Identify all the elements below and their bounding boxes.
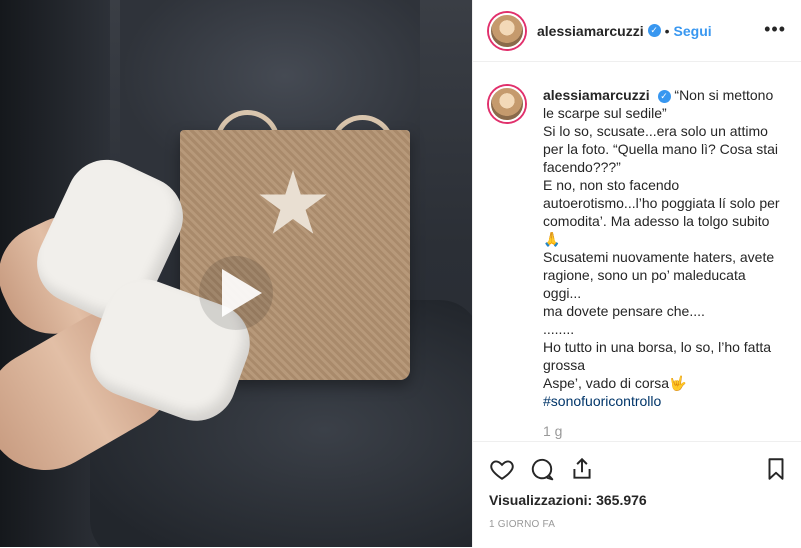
caption-text: alessiamarcuzzi ✓ “Non si mettono le sca…: [543, 86, 783, 440]
more-options-icon[interactable]: •••: [764, 20, 786, 38]
post-video[interactable]: [0, 0, 472, 547]
caption: alessiamarcuzzi ✓ “Non si mettono le sca…: [489, 86, 789, 440]
post-header: alessiamarcuzzi ✓ • Segui •••: [473, 0, 801, 62]
action-bar: Visualizzazioni: 365.976 1 GIORNO FA: [473, 441, 801, 548]
caption-line: ma dovete pensare che....: [543, 303, 705, 319]
separator-dot: •: [664, 22, 670, 39]
caption-avatar[interactable]: [489, 86, 525, 122]
avatar[interactable]: [489, 12, 525, 49]
verified-badge-icon: ✓: [647, 24, 661, 37]
post-date[interactable]: 1 GIORNO FA: [489, 519, 555, 530]
verified-badge-icon: ✓: [657, 89, 671, 103]
caption-line: Scusatemi nuovamente haters, avete ragio…: [543, 249, 775, 301]
post-sidebar: alessiamarcuzzi ✓ • Segui ••• alessiamar…: [472, 0, 801, 547]
views-count: Visualizzazioni: 365.976: [489, 492, 647, 508]
caption-username[interactable]: alessiamarcuzzi: [543, 87, 650, 103]
header-username[interactable]: alessiamarcuzzi: [537, 23, 644, 39]
caption-line: E no, non sto facendo autoerotismo...l’h…: [543, 177, 780, 247]
play-icon: [222, 269, 262, 317]
follow-button[interactable]: Segui: [674, 23, 712, 39]
caption-line: Aspe’, vado di corsa🤟: [543, 375, 687, 391]
bookmark-icon[interactable]: [763, 456, 789, 482]
caption-line: Ho tutto in una borsa, lo so, l’ho fatta…: [543, 339, 772, 373]
hashtag-link[interactable]: #sonofuoricontrollo: [543, 393, 661, 409]
caption-line: ........: [543, 321, 575, 337]
views-label: Visualizzazioni:: [489, 492, 593, 508]
caption-time: 1 g: [543, 423, 563, 439]
caption-line: Si lo so, scusate...era solo un attimo p…: [543, 123, 779, 175]
comments-section[interactable]: alessiamarcuzzi ✓ “Non si mettono le sca…: [473, 62, 801, 440]
comment-icon[interactable]: [529, 456, 555, 482]
share-icon[interactable]: [569, 456, 595, 482]
heart-icon[interactable]: [489, 456, 515, 482]
views-number: 365.976: [596, 492, 647, 508]
play-button[interactable]: [199, 256, 273, 330]
